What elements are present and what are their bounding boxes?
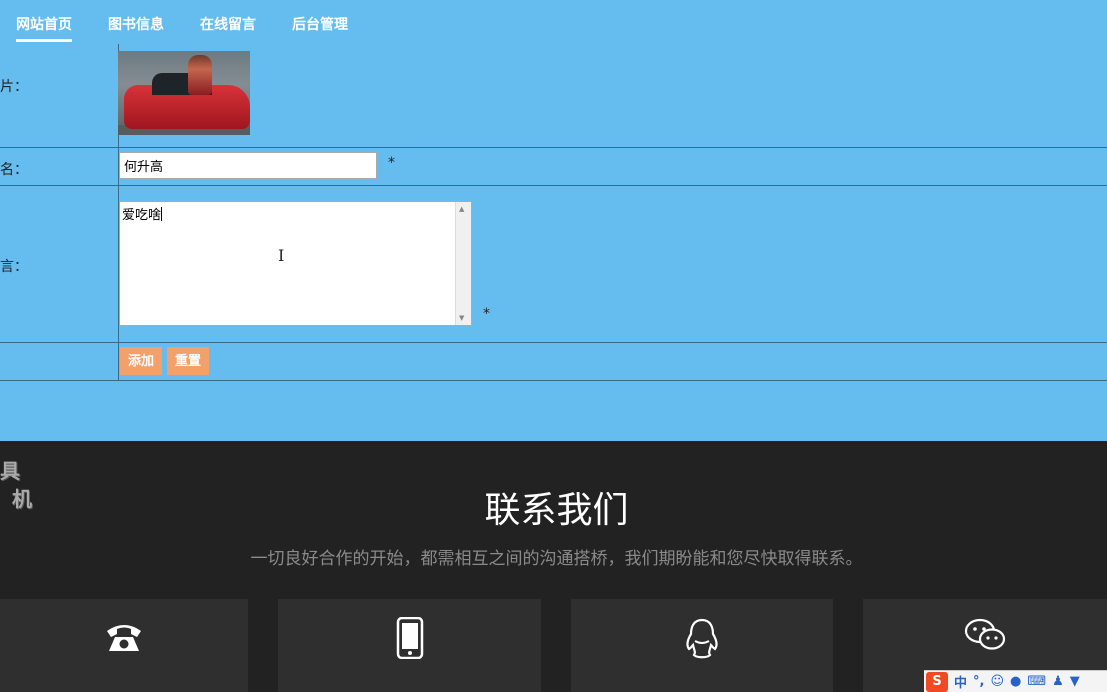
text-caret bbox=[161, 207, 163, 221]
nav-books[interactable]: 图书信息 bbox=[108, 14, 164, 34]
contact-card-telephone[interactable] bbox=[0, 599, 248, 692]
name-label: 姓名： bbox=[0, 162, 28, 178]
emoji-icon[interactable]: ☺ bbox=[990, 674, 1004, 689]
microphone-icon[interactable]: ● bbox=[1010, 674, 1021, 689]
keyboard-icon[interactable]: ⌨ bbox=[1027, 674, 1046, 689]
qq-icon bbox=[571, 617, 833, 665]
photo-thumbnail bbox=[118, 51, 250, 135]
ime-punctuation-toggle[interactable]: °, bbox=[973, 674, 984, 689]
message-textarea[interactable]: 爱吃啥 ▲ ▼ bbox=[119, 201, 472, 326]
message-text: 爱吃啥 bbox=[122, 208, 162, 223]
row-divider bbox=[0, 185, 1107, 186]
scroll-up-icon[interactable]: ▲ bbox=[459, 205, 464, 213]
name-input[interactable] bbox=[119, 152, 377, 179]
skin-icon[interactable]: ▼ bbox=[1070, 674, 1080, 689]
contact-title: 联系我们 bbox=[484, 490, 629, 531]
ime-toolbar[interactable]: S 中 °, ☺ ● ⌨ ♟ ▼ bbox=[924, 670, 1107, 692]
nav-admin[interactable]: 后台管理 bbox=[292, 14, 348, 34]
nav-home[interactable]: 网站首页 bbox=[16, 14, 72, 42]
required-mark: * bbox=[483, 306, 490, 322]
wechat-icon bbox=[863, 617, 1107, 657]
telephone-icon bbox=[0, 617, 248, 661]
scroll-down-icon[interactable]: ▼ bbox=[459, 314, 464, 322]
sogou-logo-icon[interactable]: S bbox=[926, 671, 948, 692]
user-icon[interactable]: ♟ bbox=[1052, 674, 1064, 689]
add-button[interactable]: 添加 bbox=[120, 347, 163, 375]
row-divider bbox=[0, 147, 1107, 148]
contact-subtitle: 一切良好合作的开始，都需相互之间的沟通搭桥，我们期盼能和您尽快取得联系。 bbox=[250, 549, 863, 569]
ime-mode-toggle[interactable]: 中 bbox=[954, 672, 967, 691]
contact-card-qq[interactable] bbox=[571, 599, 833, 692]
row-divider bbox=[0, 380, 1107, 381]
message-label: 留言： bbox=[0, 259, 28, 275]
textarea-scrollbar[interactable]: ▲ ▼ bbox=[455, 202, 471, 325]
contact-footer: 具 机 联系我们 一切良好合作的开始，都需相互之间的沟通搭桥，我们期盼能和您尽快… bbox=[0, 441, 1107, 692]
photo-label: 照片： bbox=[0, 79, 28, 95]
required-mark: * bbox=[388, 155, 395, 171]
form-area: 网站首页 图书信息 在线留言 后台管理 照片： 姓名： * 留言： 爱吃啥 ▲ … bbox=[0, 0, 1107, 441]
mobile-phone-icon bbox=[278, 616, 541, 663]
contact-card-mobile[interactable] bbox=[278, 599, 541, 692]
mouse-ibeam-cursor-icon: I bbox=[278, 246, 285, 265]
row-divider bbox=[0, 342, 1107, 343]
reset-button[interactable]: 重置 bbox=[167, 347, 210, 375]
nav-guestbook[interactable]: 在线留言 bbox=[200, 14, 256, 34]
top-nav: 网站首页 图书信息 在线留言 后台管理 bbox=[0, 0, 1107, 44]
